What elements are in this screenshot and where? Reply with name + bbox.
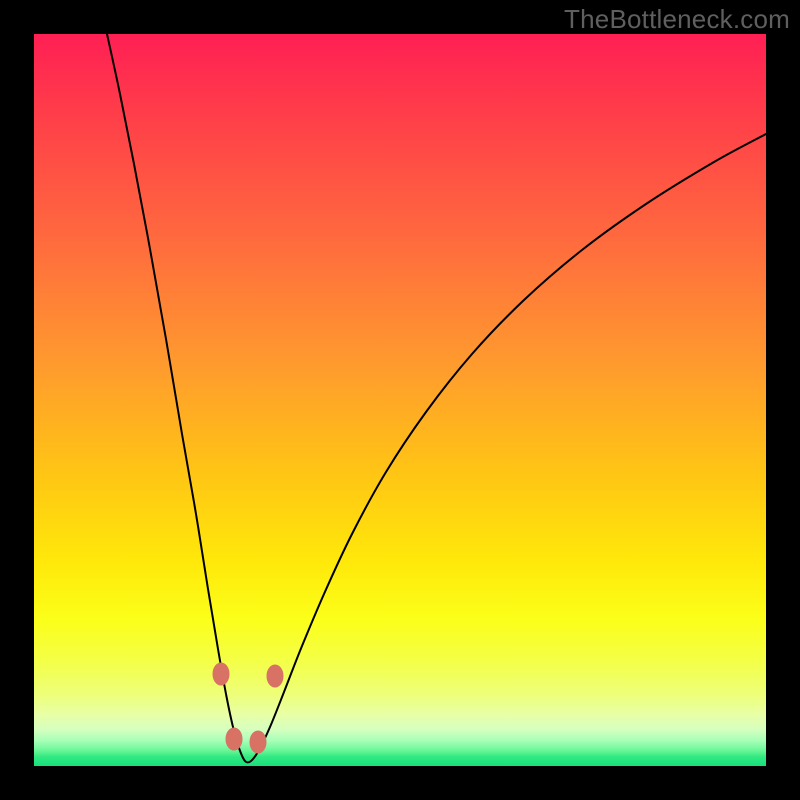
- plot-area: [34, 34, 766, 766]
- watermark-text: TheBottleneck.com: [564, 4, 790, 35]
- trough-marker-1: [226, 728, 242, 750]
- chart-frame: TheBottleneck.com: [0, 0, 800, 800]
- trough-marker-2: [250, 731, 266, 753]
- trough-marker-0: [213, 663, 229, 685]
- curve-layer: [34, 34, 766, 766]
- trough-marker-3: [267, 665, 283, 687]
- trough-markers: [213, 663, 283, 753]
- bottleneck-curve: [107, 34, 766, 763]
